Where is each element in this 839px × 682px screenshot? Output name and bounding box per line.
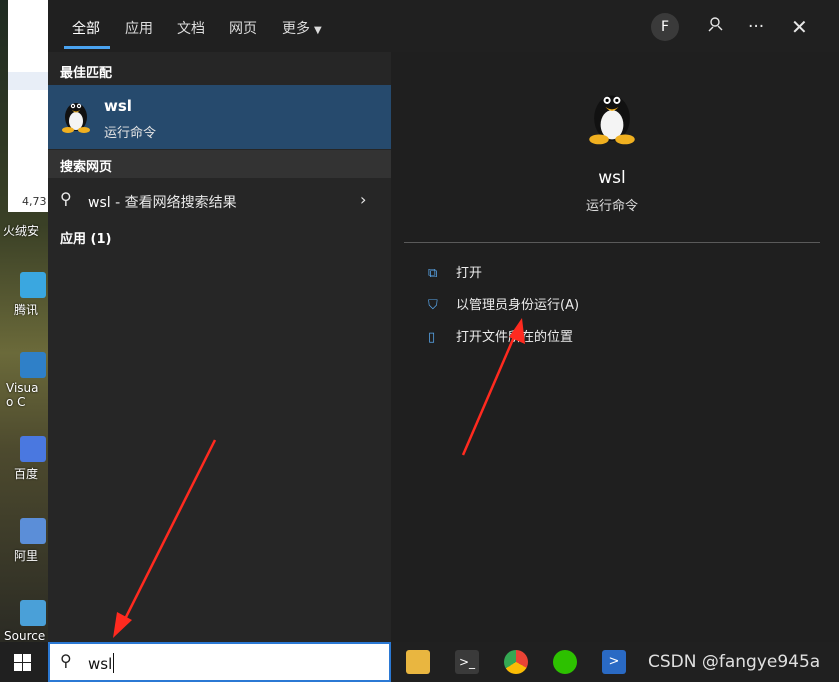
windows-start-icon[interactable] [14,654,31,671]
taskbar: ⚲ wsl >_ > CSDN @fangye945a [0,642,839,682]
search-input[interactable]: wsl [88,655,112,673]
search-icon: ⚲ [60,651,72,670]
file-explorer-icon[interactable] [406,650,430,674]
arrow-to-file-location [461,329,519,456]
taskbar-search-box[interactable]: ⚲ wsl [48,642,391,682]
arrow-head [113,612,132,638]
watermark: CSDN @fangye945a [648,652,821,672]
arrow-to-search-box [120,439,217,626]
text-cursor [113,653,114,673]
annotation-arrows [113,318,525,638]
powershell-icon[interactable]: > [602,650,626,674]
chrome-icon[interactable] [504,650,528,674]
terminal-icon[interactable]: >_ [455,650,479,674]
wechat-icon[interactable] [553,650,577,674]
